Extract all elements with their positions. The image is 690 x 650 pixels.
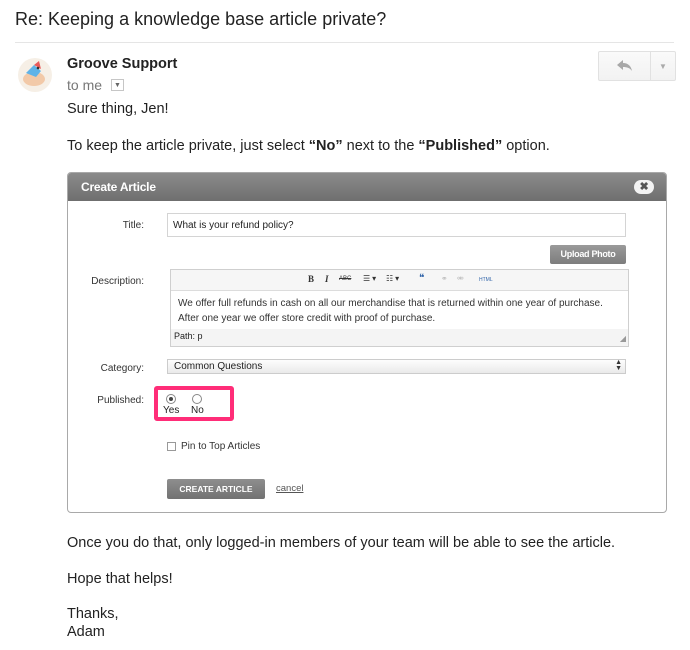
category-label: Category:	[100, 363, 144, 374]
published-yes-option[interactable]: Yes	[163, 394, 179, 416]
editor-path-bar: Path: p ◢	[171, 329, 628, 345]
instruction-middle: next to the	[342, 138, 419, 154]
cancel-link[interactable]: cancel	[276, 483, 303, 494]
upload-photo-button[interactable]: Upload Photo	[550, 245, 626, 264]
published-option-text: “Published”	[418, 138, 503, 154]
numbered-list-icon[interactable]: ☷ ▾	[386, 274, 399, 283]
category-selected-value: Common Questions	[174, 361, 263, 372]
recipient-line: to me ▼	[67, 77, 125, 93]
resize-grip-icon[interactable]: ◢	[620, 334, 626, 343]
pin-to-top-option[interactable]: Pin to Top Articles	[167, 441, 260, 452]
published-yes-label: Yes	[163, 405, 180, 416]
published-no-label: No	[191, 405, 204, 416]
published-highlight-box: Yes No	[154, 386, 234, 421]
category-select[interactable]: Common Questions ▲ ▼	[167, 359, 626, 374]
no-option-text: “No”	[308, 138, 343, 154]
reply-button-group: ▼	[598, 51, 676, 81]
select-arrows-icon: ▲ ▼	[615, 359, 622, 372]
create-article-dialog-screenshot: Create Article ✖ Title: What is your ref…	[67, 172, 667, 513]
bulleted-list-icon[interactable]: ☰ ▾	[363, 274, 376, 283]
chevron-down-icon: ▼	[659, 61, 667, 71]
description-label: Description:	[91, 276, 144, 287]
instruction-text: To keep the article private, just select…	[67, 137, 550, 155]
link-icon: ⚭	[441, 274, 448, 283]
sender-name[interactable]: Groove Support	[67, 56, 177, 72]
followup-text: Once you do that, only logged-in members…	[67, 535, 616, 551]
signoff-text: Thanks,	[67, 606, 119, 622]
header-divider	[15, 42, 674, 43]
published-label: Published:	[97, 395, 144, 406]
bold-icon[interactable]: B	[308, 274, 314, 284]
instruction-suffix: option.	[502, 138, 550, 154]
published-no-option[interactable]: No	[191, 394, 204, 416]
strikethrough-icon[interactable]: ABC	[339, 276, 351, 282]
pin-to-top-label: Pin to Top Articles	[181, 441, 261, 452]
description-text-area[interactable]: We offer full refunds in cash on all our…	[171, 291, 628, 329]
reply-arrow-icon	[616, 60, 632, 71]
italic-icon[interactable]: I	[325, 274, 329, 284]
closing-text: Hope that helps!	[67, 571, 173, 587]
published-yes-radio[interactable]	[166, 394, 177, 404]
sender-avatar-icon	[18, 58, 52, 92]
greeting-text: Sure thing, Jen!	[67, 101, 169, 117]
create-article-button[interactable]: CREATE ARTICLE	[167, 479, 265, 499]
dialog-title: Create Article	[81, 180, 156, 194]
title-input[interactable]: What is your refund policy?	[167, 213, 626, 237]
html-source-icon[interactable]: HTML	[479, 277, 493, 283]
more-actions-button[interactable]: ▼	[651, 52, 675, 80]
editor-toolbar: B I ABC ☰ ▾ ☷ ▾ ❝ ⚭ ⚮ HTML	[171, 270, 628, 291]
recipient-label: to me	[67, 77, 103, 93]
email-subject: Re: Keeping a knowledge base article pri…	[15, 9, 387, 29]
description-editor: B I ABC ☰ ▾ ☷ ▾ ❝ ⚭ ⚮ HTML We offer full…	[170, 269, 629, 347]
unlink-icon: ⚮	[457, 274, 464, 283]
title-label: Title:	[122, 220, 144, 231]
instruction-prefix: To keep the article private, just select	[67, 138, 309, 154]
editor-path-label: Path: p	[174, 331, 203, 341]
close-icon[interactable]: ✖	[634, 180, 654, 194]
published-no-radio[interactable]	[192, 394, 203, 404]
recipient-details-dropdown[interactable]: ▼	[111, 79, 125, 91]
reply-button[interactable]	[599, 52, 651, 80]
signature-text: Adam	[67, 624, 105, 640]
pin-to-top-checkbox[interactable]	[167, 442, 176, 451]
blockquote-icon[interactable]: ❝	[419, 273, 424, 284]
dialog-header: Create Article ✖	[68, 173, 666, 201]
